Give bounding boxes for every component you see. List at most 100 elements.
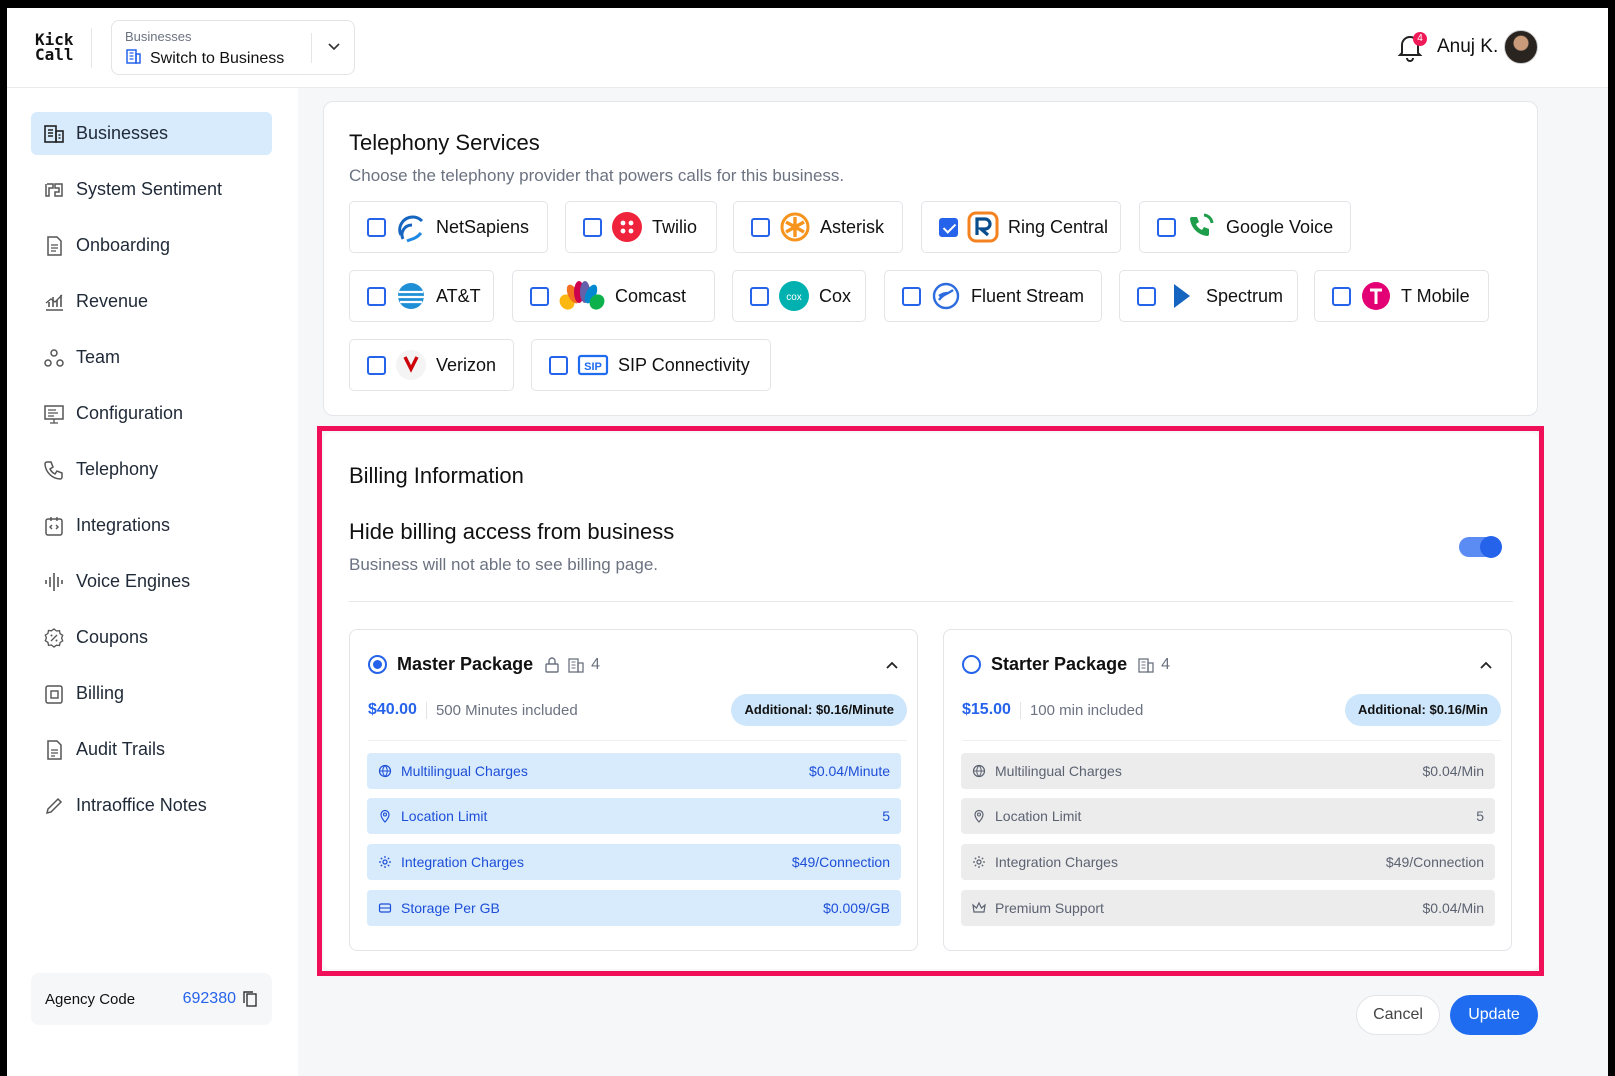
checkbox[interactable]: [1332, 286, 1351, 306]
feature-label: Integration Charges: [995, 854, 1118, 870]
package-count: 4: [1161, 655, 1170, 673]
sidebar-item-revenue[interactable]: Revenue: [31, 280, 272, 323]
sidebar-item-billing[interactable]: Billing: [31, 672, 272, 715]
provider-spectrum[interactable]: Spectrum: [1119, 270, 1298, 322]
provider-verizon[interactable]: Verizon: [349, 339, 514, 391]
sidebar-item-intraoffice-notes[interactable]: Intraoffice Notes: [31, 784, 272, 827]
cancel-button[interactable]: Cancel: [1356, 995, 1440, 1035]
kickcall-logo[interactable]: Kick Call: [35, 32, 74, 63]
sidebar-item-integrations[interactable]: Integrations: [31, 504, 272, 547]
copy-icon[interactable]: [242, 990, 258, 1008]
provider-label: Spectrum: [1206, 285, 1284, 306]
provider-label: T Mobile: [1401, 285, 1470, 306]
provider-asterisk[interactable]: Asterisk: [733, 201, 903, 253]
package-name: Master Package: [397, 654, 534, 674]
sidebar-item-audit-trails[interactable]: Audit Trails: [31, 728, 272, 771]
provider-label: AT&T: [436, 285, 481, 306]
agency-code-label: Agency Code: [45, 990, 136, 1008]
telephony-title: Telephony Services: [349, 130, 540, 155]
sidebar-item-voice-engines[interactable]: Voice Engines: [31, 560, 272, 603]
asterisk-logo-icon: [779, 211, 811, 243]
radio-selected[interactable]: [368, 655, 387, 674]
top-header: Kick Call Businesses Switch to Business …: [7, 8, 1608, 88]
checkbox[interactable]: [751, 217, 770, 237]
avatar[interactable]: [1504, 30, 1538, 64]
checkbox[interactable]: [750, 286, 769, 306]
package-card-starter[interactable]: Starter Package 4 $15.00 100 min include…: [943, 629, 1512, 951]
spectrum-logo-icon: [1165, 280, 1197, 312]
chevron-down-icon[interactable]: [326, 38, 342, 59]
sidebar-item-businesses[interactable]: Businesses: [31, 112, 272, 155]
checkbox[interactable]: [902, 286, 921, 306]
business-switcher[interactable]: Businesses Switch to Business: [111, 20, 355, 75]
provider-t-mobile[interactable]: T Mobile: [1314, 270, 1489, 322]
att-logo-icon: [395, 280, 427, 312]
checkbox[interactable]: [1157, 217, 1176, 237]
chart-icon: [45, 294, 63, 311]
provider-fluent-stream[interactable]: Fluent Stream: [884, 270, 1102, 322]
package-card-master[interactable]: Master Package 4 $40.00 500 Minutes incl…: [349, 629, 918, 951]
feature-label: Multilingual Charges: [401, 763, 528, 779]
hide-billing-toggle[interactable]: [1459, 536, 1502, 558]
provider-sip-connectivity[interactable]: SIP SIP Connectivity: [531, 339, 771, 391]
feature-row: Location Limit 5: [961, 798, 1495, 834]
provider-label: Fluent Stream: [971, 285, 1085, 306]
additional-rate-badge: Additional: $0.16/Minute: [731, 694, 907, 726]
provider-comcast[interactable]: Comcast: [512, 270, 715, 322]
provider-netsapiens[interactable]: NetSapiens: [349, 201, 548, 253]
feature-row: Location Limit 5: [367, 798, 901, 834]
location-pin-icon: [974, 809, 984, 823]
app-window: Kick Call Businesses Switch to Business …: [7, 8, 1608, 1076]
checkbox-checked[interactable]: [939, 217, 958, 237]
waveform-icon: [45, 572, 63, 591]
checkbox[interactable]: [367, 355, 386, 375]
provider-ring-central[interactable]: Ring Central: [921, 201, 1121, 253]
provider-att[interactable]: AT&T: [349, 270, 494, 322]
divider: [962, 740, 1501, 741]
svg-text:SIP: SIP: [584, 361, 602, 373]
radio-unselected[interactable]: [962, 655, 981, 674]
sidebar-item-team[interactable]: Team: [31, 336, 272, 379]
hide-billing-subtitle: Business will not able to see billing pa…: [349, 555, 659, 574]
feature-value: $49/Connection: [791, 854, 890, 870]
update-button[interactable]: Update: [1450, 995, 1538, 1035]
feature-value: 5: [1476, 808, 1484, 824]
sidebar-item-configuration[interactable]: Configuration: [31, 392, 272, 435]
sidebar-item-label: Telephony: [76, 459, 159, 479]
globe-icon: [378, 764, 392, 778]
fluentstream-logo-icon: [930, 280, 962, 312]
sidebar-item-label: Team: [76, 347, 121, 367]
price-row: $15.00 100 min included Additional: $0.1…: [962, 694, 1501, 726]
billing-title: Billing Information: [349, 463, 524, 488]
checkbox[interactable]: [1137, 286, 1156, 306]
feature-row: Multilingual Charges $0.04/Min: [961, 753, 1495, 789]
hide-billing-title: Hide billing access from business: [349, 519, 675, 544]
sidebar: Businesses System Sentiment Onboarding R…: [7, 88, 298, 1076]
checkbox[interactable]: [367, 286, 386, 306]
feature-row: Integration Charges $49/Connection: [961, 844, 1495, 880]
sidebar-item-telephony[interactable]: Telephony: [31, 448, 272, 491]
chevron-up-icon[interactable]: [1479, 658, 1493, 677]
feature-label: Multilingual Charges: [995, 763, 1122, 779]
telephony-subtitle: Choose the telephony provider that power…: [349, 166, 845, 185]
provider-label: Twilio: [652, 216, 698, 237]
checkbox[interactable]: [583, 217, 602, 237]
feature-label: Integration Charges: [401, 854, 524, 870]
switcher-value-row: Switch to Business: [125, 48, 284, 70]
sidebar-item-coupons[interactable]: Coupons: [31, 616, 272, 659]
cox-logo-icon: cox: [778, 280, 810, 312]
chevron-up-icon[interactable]: [885, 658, 899, 677]
checkbox[interactable]: [530, 286, 549, 306]
sidebar-item-system-sentiment[interactable]: System Sentiment: [31, 168, 272, 211]
storage-icon: [378, 903, 392, 913]
provider-twilio[interactable]: Twilio: [565, 201, 717, 253]
provider-google-voice[interactable]: Google Voice: [1139, 201, 1351, 253]
comcast-peacock-icon: [558, 280, 606, 312]
user-name[interactable]: Anuj K.: [1437, 36, 1498, 58]
verizon-logo-icon: [395, 349, 427, 381]
checkbox[interactable]: [367, 217, 386, 237]
checkbox[interactable]: [549, 355, 568, 375]
sidebar-item-onboarding[interactable]: Onboarding: [31, 224, 272, 267]
provider-cox[interactable]: cox Cox: [732, 270, 866, 322]
agency-code-row: 692380: [183, 990, 258, 1008]
